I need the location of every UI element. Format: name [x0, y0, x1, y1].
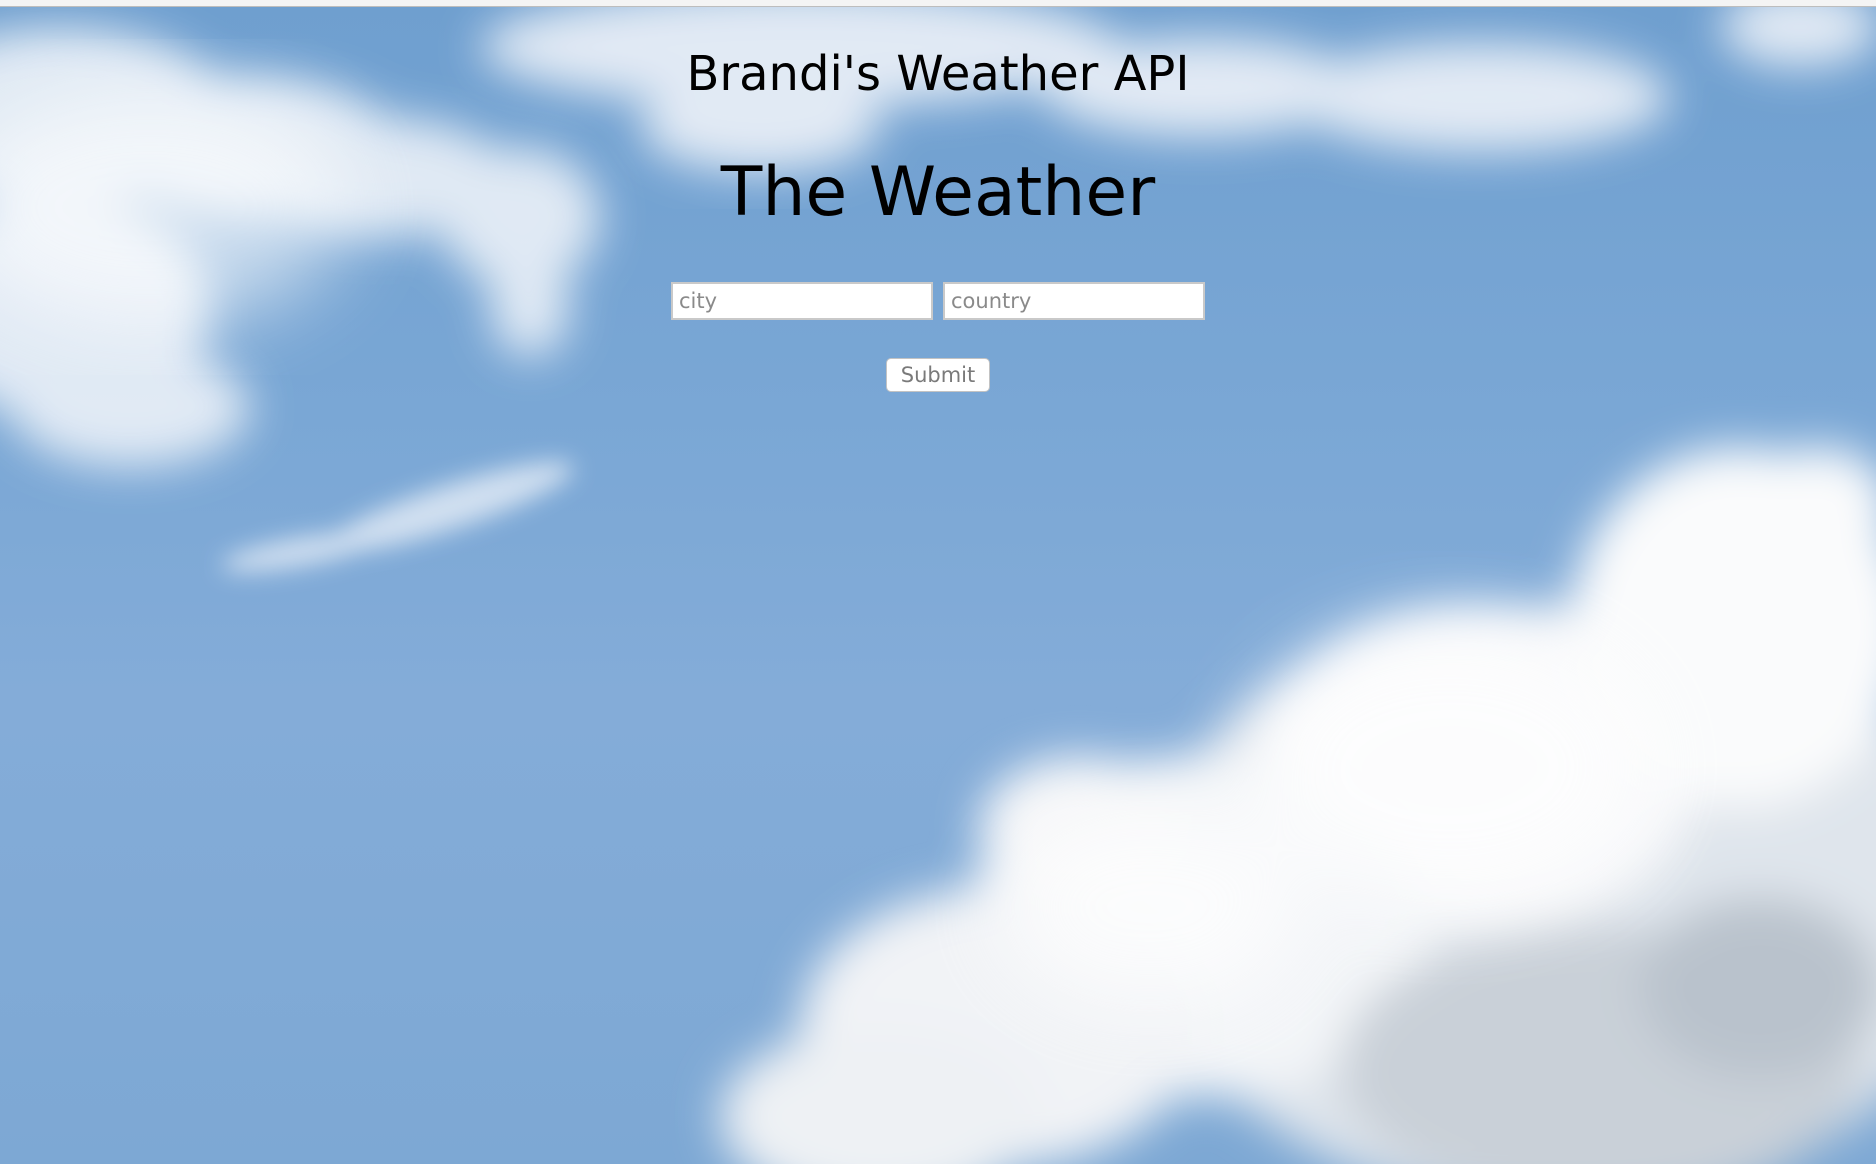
site-title: Brandi's Weather API	[686, 46, 1190, 102]
weather-search-form	[0, 282, 1876, 320]
window-top-border	[0, 0, 1876, 7]
page-heading: The Weather	[720, 153, 1156, 232]
city-input[interactable]	[671, 282, 933, 320]
country-input[interactable]	[943, 282, 1205, 320]
submit-row: Submit	[0, 358, 1876, 392]
submit-button[interactable]: Submit	[886, 358, 990, 392]
